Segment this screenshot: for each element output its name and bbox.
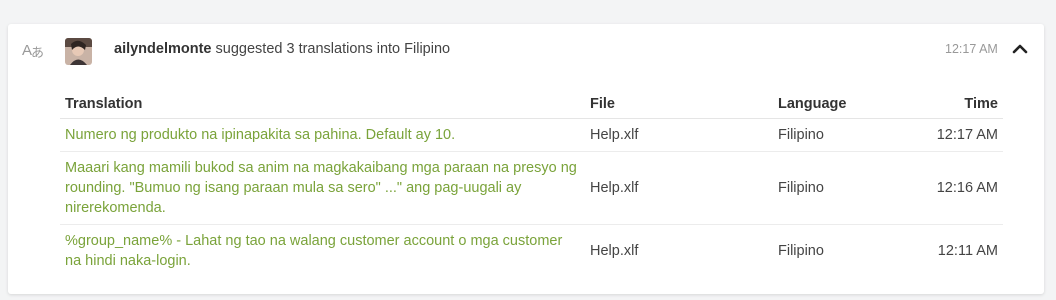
language-cell: Filipino (778, 243, 824, 259)
translation-link[interactable]: Numero ng produkto na ipinapakita sa pah… (65, 127, 455, 143)
file-cell: Help.xlf (585, 118, 773, 152)
translation-cell: Numero ng produkto na ipinapakita sa pah… (60, 118, 585, 152)
time-cell: 12:11 AM (937, 243, 998, 259)
activity-header: A あ ailyndelmonte suggested 3 translatio… (8, 24, 1044, 76)
file-cell: Help.xlf (585, 151, 773, 225)
translation-link[interactable]: Maaari kang mamili bukod sa anim na magk… (65, 160, 577, 216)
avatar[interactable] (65, 38, 92, 65)
time-cell: 12:17 AM (913, 118, 1003, 152)
translations-table: Translation File Language Time Numero ng… (60, 86, 1003, 277)
language-cell: Filipino (773, 151, 913, 225)
header-file: File (585, 86, 773, 119)
translation-link[interactable]: %group_name% - Lahat ng tao na walang cu… (65, 233, 562, 269)
header-time: Time (913, 86, 1003, 119)
table-row: Numero ng produkto na ipinapakita sa pah… (60, 118, 1003, 152)
chevron-up-icon[interactable] (1011, 40, 1029, 58)
username[interactable]: ailyndelmonte (114, 41, 212, 57)
table-row: Maaari kang mamili bukod sa anim na magk… (60, 151, 1003, 225)
time-cell: 12:16 AM (913, 151, 1003, 225)
translation-cell: Maaari kang mamili bukod sa anim na magk… (60, 151, 585, 225)
table-header-row: Translation File Language Time (60, 86, 1003, 119)
header-translation: Translation (60, 86, 585, 119)
header-language: Language (773, 86, 913, 119)
translation-cell: %group_name% - Lahat ng tao na walang cu… (60, 225, 585, 278)
translate-icon: A あ (22, 42, 44, 61)
activity-card: A あ ailyndelmonte suggested 3 translatio… (8, 24, 1044, 294)
activity-action: suggested 3 translations into Filipino (215, 41, 451, 57)
svg-text:あ: あ (31, 46, 44, 61)
activity-time: 12:17 AM (945, 42, 998, 56)
file-cell: Help.xlf (590, 243, 639, 259)
activity-summary: ailyndelmonte suggested 3 translations i… (114, 41, 450, 57)
table-row: %group_name% - Lahat ng tao na walang cu… (60, 225, 1003, 278)
language-cell: Filipino (773, 118, 913, 152)
